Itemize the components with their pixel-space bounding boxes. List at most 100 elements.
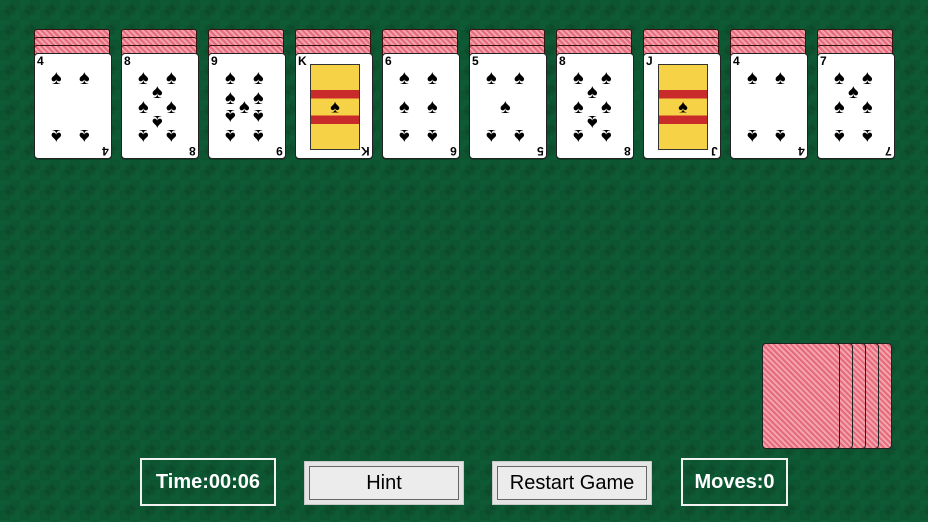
spade-icon: ♠ [79, 125, 90, 147]
spade-icon: ♠ [138, 67, 149, 89]
spade-icon: ♠ [79, 67, 90, 89]
stock-card-back[interactable] [762, 343, 840, 449]
spade-icon: ♠ [486, 125, 497, 147]
face-card-art: ♠ [310, 64, 360, 150]
card-rank: 8 [189, 144, 196, 158]
card-rank: K [298, 54, 307, 68]
spade-icon: ♠ [427, 67, 438, 89]
card-rank: J [711, 144, 718, 158]
spade-icon: ♠ [601, 96, 612, 118]
spade-icon: ♠ [848, 81, 859, 103]
spade-icon: ♠ [834, 67, 845, 89]
spade-icon: ♠ [573, 96, 584, 118]
card-rank: 4 [733, 54, 740, 68]
card-rank: 8 [624, 144, 631, 158]
spade-icon: ♠ [225, 105, 236, 127]
card-rank: J [646, 54, 653, 68]
spade-icon: ♠ [747, 125, 758, 147]
spade-icon: ♠ [166, 67, 177, 89]
spade-icon: ♠ [239, 96, 250, 118]
spade-icon: ♠ [399, 67, 410, 89]
moves-text: Moves:0 [694, 470, 775, 493]
spade-icon: ♠ [834, 96, 845, 118]
spade-icon: ♠ [51, 67, 62, 89]
hint-button-label: Hint [366, 471, 402, 494]
spade-icon: ♠ [166, 125, 177, 147]
tableau-column[interactable]: 6 6 ♠ ♠ ♠ ♠ ♠ ♠ [382, 29, 460, 165]
playing-card[interactable]: 5 5 ♠ ♠ ♠ ♠ ♠ [469, 53, 547, 159]
card-rank: 7 [885, 144, 892, 158]
spade-icon: ♠ [225, 125, 236, 147]
spade-icon: ♠ [834, 125, 845, 147]
timer-display: Time:00:06 [140, 458, 276, 506]
playing-card[interactable]: 4 4 ♠ ♠ ♠ ♠ [34, 53, 112, 159]
spade-icon: ♠ [500, 96, 511, 118]
spade-icon: ♠ [152, 81, 163, 103]
spade-icon: ♠ [678, 96, 688, 117]
status-bar: Time:00:06 Hint Restart Game Moves:0 [0, 458, 928, 508]
tableau-column[interactable]: 4 4 ♠ ♠ ♠ ♠ [730, 29, 808, 165]
tableau-column[interactable]: 4 4 ♠ ♠ ♠ ♠ [34, 29, 112, 165]
card-rank: 5 [472, 54, 479, 68]
moves-display: Moves:0 [681, 458, 788, 506]
spade-icon: ♠ [427, 125, 438, 147]
spade-icon: ♠ [747, 67, 758, 89]
spade-icon: ♠ [514, 125, 525, 147]
spade-icon: ♠ [225, 67, 236, 89]
spade-icon: ♠ [399, 96, 410, 118]
spade-icon: ♠ [138, 125, 149, 147]
playing-card[interactable]: 9 9 ♠ ♠ ♠ ♠ ♠ ♠ ♠ ♠ ♠ [208, 53, 286, 159]
spade-icon: ♠ [601, 67, 612, 89]
spade-icon: ♠ [601, 125, 612, 147]
spade-icon: ♠ [573, 125, 584, 147]
spade-icon: ♠ [514, 67, 525, 89]
spade-icon: ♠ [486, 67, 497, 89]
playing-card[interactable]: 8 8 ♠ ♠ ♠ ♠ ♠ ♠ ♠ ♠ [121, 53, 199, 159]
spade-icon: ♠ [862, 125, 873, 147]
tableau-column[interactable]: 8 8 ♠ ♠ ♠ ♠ ♠ ♠ ♠ ♠ [556, 29, 634, 165]
card-rank: 9 [211, 54, 218, 68]
hint-button[interactable]: Hint [304, 461, 464, 505]
spade-icon: ♠ [138, 96, 149, 118]
tableau-column[interactable]: 7 7 ♠ ♠ ♠ ♠ ♠ ♠ ♠ [817, 29, 895, 165]
spade-icon: ♠ [587, 111, 598, 133]
stock-pile[interactable] [762, 343, 902, 451]
hint-button-face[interactable]: Hint [309, 466, 459, 500]
playing-card[interactable]: 4 4 ♠ ♠ ♠ ♠ [730, 53, 808, 159]
tableau-column[interactable]: K K ♠ [295, 29, 373, 165]
restart-game-button-face[interactable]: Restart Game [497, 466, 647, 500]
spade-icon: ♠ [253, 125, 264, 147]
spade-icon: ♠ [330, 96, 340, 117]
playing-card[interactable]: 8 8 ♠ ♠ ♠ ♠ ♠ ♠ ♠ ♠ [556, 53, 634, 159]
timer-text: Time:00:06 [155, 470, 261, 493]
playing-card[interactable]: K K ♠ [295, 53, 373, 159]
restart-game-button-label: Restart Game [509, 471, 635, 494]
card-rank: 8 [124, 54, 131, 68]
card-rank: 4 [798, 144, 805, 158]
card-rank: 7 [820, 54, 827, 68]
tableau-column[interactable]: 8 8 ♠ ♠ ♠ ♠ ♠ ♠ ♠ ♠ [121, 29, 199, 165]
spade-icon: ♠ [51, 125, 62, 147]
card-rank: K [361, 144, 370, 158]
spade-icon: ♠ [587, 81, 598, 103]
card-rank: 8 [559, 54, 566, 68]
playing-card[interactable]: 7 7 ♠ ♠ ♠ ♠ ♠ ♠ ♠ [817, 53, 895, 159]
card-rank: 4 [37, 54, 44, 68]
spade-icon: ♠ [775, 125, 786, 147]
card-rank: 4 [102, 144, 109, 158]
spade-icon: ♠ [775, 67, 786, 89]
playing-card[interactable]: J J ♠ [643, 53, 721, 159]
tableau-column[interactable]: 5 5 ♠ ♠ ♠ ♠ ♠ [469, 29, 547, 165]
card-rank: 9 [276, 144, 283, 158]
restart-game-button[interactable]: Restart Game [492, 461, 652, 505]
spade-icon: ♠ [152, 111, 163, 133]
tableau-column[interactable]: J J ♠ [643, 29, 721, 165]
tableau-column[interactable]: 9 9 ♠ ♠ ♠ ♠ ♠ ♠ ♠ ♠ ♠ [208, 29, 286, 165]
spade-icon: ♠ [399, 125, 410, 147]
playing-card[interactable]: 6 6 ♠ ♠ ♠ ♠ ♠ ♠ [382, 53, 460, 159]
spade-icon: ♠ [253, 105, 264, 127]
spade-icon: ♠ [166, 96, 177, 118]
spade-icon: ♠ [427, 96, 438, 118]
card-rank: 6 [450, 144, 457, 158]
card-rank: 5 [537, 144, 544, 158]
